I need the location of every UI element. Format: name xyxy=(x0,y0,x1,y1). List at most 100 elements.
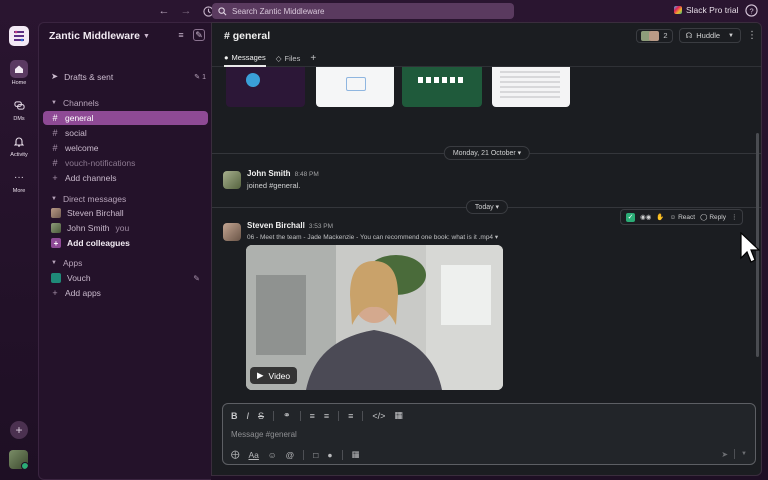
add-channels-button[interactable]: + Add channels xyxy=(43,171,208,185)
sidebar-item-social[interactable]: # social xyxy=(43,126,208,140)
message-author[interactable]: John Smith 8:48 PM xyxy=(247,169,319,178)
bullet-list-icon[interactable]: ≡ xyxy=(324,411,329,421)
workspace-rail: Home DMs Activity ··· More + xyxy=(0,22,38,480)
message-author[interactable]: Steven Birchall 3:53 PM xyxy=(247,221,333,230)
files-icon: ◇ xyxy=(275,54,282,63)
play-video-button[interactable]: ▶ Video xyxy=(250,367,298,384)
caret-down-icon: ▼ xyxy=(51,100,57,106)
date-pill[interactable]: Monday, 21 October ▾ xyxy=(443,146,531,160)
channel-header: # general 2 ☊ Huddle ▼ ⋮ ● Messages ◇ Fi… xyxy=(212,23,761,67)
raised-hands-reaction-icon[interactable]: ✋ xyxy=(656,213,664,221)
code-icon[interactable]: </> xyxy=(372,411,385,421)
text-format-icon[interactable]: Aa xyxy=(249,450,259,460)
attachment-thumbnail[interactable] xyxy=(402,67,482,107)
sidebar-item-vouch-notifications[interactable]: # vouch-notifications xyxy=(43,156,208,170)
sidebar-item-welcome[interactable]: # welcome xyxy=(43,141,208,155)
apps-section-header[interactable]: ▼ Apps xyxy=(51,258,82,268)
history-nav: ← → xyxy=(156,3,216,19)
file-title[interactable]: 06 - Meet the team - Jade Mackenzie - Yo… xyxy=(247,233,498,241)
huddle-button[interactable]: ☊ Huddle ▼ xyxy=(678,28,741,43)
ordered-list-icon[interactable]: ≡ xyxy=(310,411,315,421)
hash-icon: # xyxy=(52,158,58,168)
video-clip-icon[interactable]: □ xyxy=(313,450,318,460)
video-attachment[interactable]: ▶ Video xyxy=(246,245,503,390)
avatar[interactable] xyxy=(223,171,241,189)
chevron-down-icon: ▼ xyxy=(728,32,734,39)
channels-section-header[interactable]: ▼ Channels xyxy=(51,98,99,108)
emoji-icon[interactable]: ☺ xyxy=(268,450,277,460)
svg-text:?: ? xyxy=(749,6,753,15)
header-actions: 2 ☊ Huddle ▼ ⋮ xyxy=(636,28,757,43)
rail-home[interactable]: Home xyxy=(0,60,38,86)
add-tab-icon[interactable]: + xyxy=(310,53,316,67)
send-icon[interactable]: ➤ xyxy=(721,450,728,459)
mention-icon[interactable]: @ xyxy=(286,450,295,460)
microphone-icon[interactable]: ● xyxy=(327,450,332,460)
sidebar-item-drafts[interactable]: ➤ Drafts & sent ✎ 1 xyxy=(51,71,206,82)
code-block-icon[interactable]: ▦ xyxy=(394,410,403,421)
attachment-thumbnail[interactable] xyxy=(492,67,570,107)
reply-button[interactable]: ◯ Reply xyxy=(700,213,726,222)
message-actions: ✓ ◉◉ ✋ ☺ React ◯ Reply ⋮ xyxy=(620,209,744,225)
bell-icon xyxy=(10,132,28,150)
edit-icon[interactable]: ✎ xyxy=(193,274,200,283)
dm-section-header[interactable]: ▼ Direct messages xyxy=(51,194,126,204)
hash-icon: # xyxy=(52,143,58,153)
back-arrow-icon[interactable]: ← xyxy=(156,3,172,19)
plus-icon: + xyxy=(52,288,58,298)
eyes-reaction-icon[interactable]: ◉◉ xyxy=(640,213,651,221)
sidebar-item-dm-steven[interactable]: Steven Birchall xyxy=(43,206,208,220)
slash-command-icon[interactable]: ▦ xyxy=(352,449,360,460)
play-icon: ▶ xyxy=(257,370,264,380)
sidebar-item-general[interactable]: # general xyxy=(43,111,208,125)
caret-down-icon: ▼ xyxy=(51,196,57,202)
ellipsis-icon: ··· xyxy=(14,171,24,183)
members-button[interactable]: 2 xyxy=(636,28,673,43)
blockquote-icon[interactable]: ≡ xyxy=(348,411,353,421)
more-actions-icon[interactable]: ⋮ xyxy=(731,213,738,221)
checkmark-reaction-icon[interactable]: ✓ xyxy=(626,212,635,222)
search-input[interactable]: Search Zantic Middleware xyxy=(212,3,514,19)
send-controls: ➤ ▼ xyxy=(721,449,747,459)
sidebar-item-dm-john[interactable]: John Smith you xyxy=(43,221,208,235)
attachment-thumbnail[interactable] xyxy=(316,67,394,107)
chevron-down-icon[interactable]: ▼ xyxy=(741,451,747,457)
user-avatar[interactable] xyxy=(9,450,28,469)
compose-icon[interactable]: ✎ xyxy=(193,29,205,41)
tab-messages[interactable]: ● Messages xyxy=(224,53,266,67)
workspace-menu-button[interactable]: Zantic Middleware ▼ xyxy=(49,30,150,42)
plus-icon[interactable]: ⨁ xyxy=(231,449,240,460)
rail-activity[interactable]: Activity xyxy=(0,132,38,158)
dms-icon xyxy=(10,96,28,114)
mouse-cursor-icon xyxy=(740,232,760,263)
workspace-logo[interactable] xyxy=(9,26,29,46)
add-apps-button[interactable]: + Add apps xyxy=(43,286,208,300)
sidebar-item-vouch[interactable]: Vouch ✎ xyxy=(43,271,208,285)
channel-sidebar: Zantic Middleware ▼ ≡ ✎ ➤ Drafts & sent … xyxy=(38,22,211,480)
hash-icon: # xyxy=(52,128,58,138)
italic-icon[interactable]: I xyxy=(247,411,250,421)
filter-icon[interactable]: ≡ xyxy=(175,29,187,41)
link-icon[interactable]: ⚭ xyxy=(283,410,291,421)
message-composer[interactable]: B I S ⚭ ≡ ≡ ≡ </> ▦ Message #general ⨁ A… xyxy=(222,403,756,465)
bold-icon[interactable]: B xyxy=(231,411,238,421)
avatar[interactable] xyxy=(223,223,241,241)
rail-more[interactable]: ··· More xyxy=(0,168,38,195)
create-new-button[interactable]: + xyxy=(10,421,28,439)
help-icon[interactable]: ? xyxy=(745,4,758,17)
pro-trial-badge[interactable]: Slack Pro trial xyxy=(674,5,738,15)
plus-icon: + xyxy=(52,173,58,183)
react-button[interactable]: ☺ React xyxy=(669,214,695,221)
rail-dms[interactable]: DMs xyxy=(0,96,38,122)
add-colleagues-button[interactable]: + Add colleagues xyxy=(43,236,208,250)
today-pill[interactable]: Today ▾ xyxy=(465,200,509,214)
search-placeholder: Search Zantic Middleware xyxy=(232,6,325,16)
more-options-icon[interactable]: ⋮ xyxy=(747,30,757,41)
channel-title[interactable]: # general xyxy=(224,30,270,42)
forward-arrow-icon[interactable]: → xyxy=(178,3,194,19)
strikethrough-icon[interactable]: S xyxy=(258,411,264,421)
message-input[interactable]: Message #general xyxy=(231,430,297,439)
attachment-thumbnail[interactable] xyxy=(226,67,305,107)
emoji-icon: ☺ xyxy=(669,213,677,221)
tab-files[interactable]: ◇ Files xyxy=(276,53,301,67)
